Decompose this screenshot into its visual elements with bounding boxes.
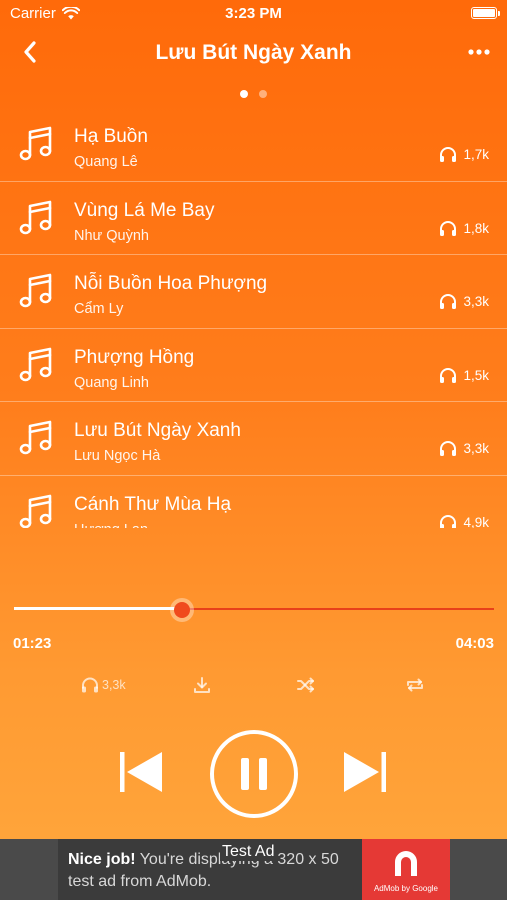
song-list[interactable]: Hạ Buồn Quang Lê 1,7k Vùng Lá Me Bay Như…	[0, 108, 507, 528]
song-artist: Cẩm Ly	[74, 301, 124, 317]
headphone-icon	[440, 220, 457, 236]
repeat-button[interactable]	[406, 676, 424, 694]
shuffle-icon	[297, 677, 314, 693]
status-bar: Carrier 3:23 PM	[0, 0, 507, 26]
listen-count-button[interactable]: 3,3k	[81, 676, 126, 694]
status-left: Carrier	[10, 5, 80, 22]
song-plays: 4,9k	[439, 514, 489, 529]
ad-logo[interactable]: AdMob by Google	[362, 839, 450, 900]
song-title: Hạ Buồn	[74, 126, 148, 147]
music-note-icon	[19, 273, 52, 308]
aux-controls: 3,3k	[0, 676, 507, 698]
headphone-icon	[440, 514, 457, 528]
headphone-icon	[440, 441, 457, 456]
song-row[interactable]: Nỗi Buồn Hoa Phượng Cẩm Ly 3,3k	[0, 255, 507, 329]
song-row[interactable]: Lưu Bút Ngày Xanh Lưu Ngọc Hà 3,3k	[0, 402, 507, 476]
player-controls	[0, 728, 507, 818]
music-note-icon	[19, 347, 52, 381]
song-plays: 3,3k	[439, 293, 489, 310]
song-artist: Quang Linh	[74, 374, 149, 391]
song-plays: 1,5k	[439, 367, 489, 384]
previous-button[interactable]	[118, 750, 164, 794]
page-title: Lưu Bút Ngày Xanh	[155, 41, 352, 64]
skip-next-icon	[344, 752, 386, 792]
headphone-icon	[440, 147, 457, 162]
page-dot-2[interactable]	[259, 90, 267, 98]
next-button[interactable]	[342, 750, 388, 794]
song-row[interactable]: Vùng Lá Me Bay Như Quỳnh 1,8k	[0, 182, 507, 255]
total-time: 04:03	[455, 635, 494, 652]
carrier-label: Carrier	[10, 4, 56, 22]
song-artist: Quang Lê	[74, 154, 138, 170]
play-count: 1,7k	[463, 147, 489, 162]
song-title: Nỗi Buồn Hoa Phượng	[74, 273, 268, 294]
song-row[interactable]: Hạ Buồn Quang Lê 1,7k	[0, 108, 507, 182]
page-dot-1[interactable]	[240, 90, 248, 98]
song-artist: Hương Lan	[74, 522, 148, 529]
play-count: 1,8k	[463, 220, 489, 236]
song-plays: 1,7k	[439, 146, 489, 163]
nav-bar: Lưu Bút Ngày Xanh	[0, 30, 507, 76]
headphone-icon	[82, 677, 98, 693]
headphone-icon	[440, 367, 457, 383]
download-button[interactable]	[193, 676, 211, 694]
song-row[interactable]: Phượng Hồng Quang Linh 1,5k	[0, 329, 507, 402]
play-count: 4,9k	[463, 514, 489, 529]
play-count: 3,3k	[463, 294, 489, 309]
progress-slider[interactable]	[14, 596, 494, 626]
ad-banner[interactable]: Nice job! You're displaying a 320 x 50 t…	[0, 839, 507, 900]
page-indicator[interactable]	[0, 90, 507, 98]
song-title: Vùng Lá Me Bay	[74, 199, 215, 221]
pause-icon	[241, 758, 267, 790]
skip-previous-icon	[120, 752, 162, 792]
repeat-icon	[407, 678, 423, 692]
play-count: 1,5k	[463, 367, 489, 383]
ad-logo-label: AdMob by Google	[373, 884, 439, 893]
wifi-icon	[61, 6, 80, 19]
headphone-icon	[440, 294, 457, 309]
chevron-left-icon	[24, 41, 36, 63]
song-plays: 1,8k	[439, 220, 489, 237]
music-note-icon	[19, 420, 52, 455]
progress-played	[14, 607, 182, 610]
more-button[interactable]	[467, 42, 491, 62]
music-note-icon	[19, 126, 52, 161]
progress-thumb[interactable]	[170, 598, 194, 622]
back-button[interactable]	[18, 38, 42, 66]
ad-body[interactable]: Nice job! You're displaying a 320 x 50 t…	[58, 839, 362, 900]
ellipsis-icon	[468, 49, 490, 55]
admob-logo-icon	[395, 851, 417, 876]
song-title: Lưu Bút Ngày Xanh	[74, 420, 241, 441]
listen-count: 3,3k	[102, 678, 126, 692]
ad-headline: Nice job!	[68, 851, 136, 868]
ad-tag: Test Ad	[220, 843, 277, 861]
song-plays: 3,3k	[439, 440, 489, 457]
song-title: Phượng Hồng	[74, 346, 195, 368]
song-row[interactable]: Cánh Thư Mùa Hạ Hương Lan 4,9k	[0, 476, 507, 529]
play-count: 3,3k	[463, 441, 489, 456]
music-note-icon	[19, 494, 52, 528]
current-time: 01:23	[13, 635, 52, 652]
song-artist: Như Quỳnh	[74, 227, 149, 244]
shuffle-button[interactable]	[297, 676, 315, 694]
music-note-icon	[19, 200, 52, 234]
song-title: Cánh Thư Mùa Hạ	[74, 493, 232, 515]
song-artist: Lưu Ngọc Hà	[74, 448, 161, 464]
battery-icon	[471, 7, 500, 19]
download-icon	[194, 677, 210, 693]
pause-button[interactable]	[210, 730, 298, 818]
